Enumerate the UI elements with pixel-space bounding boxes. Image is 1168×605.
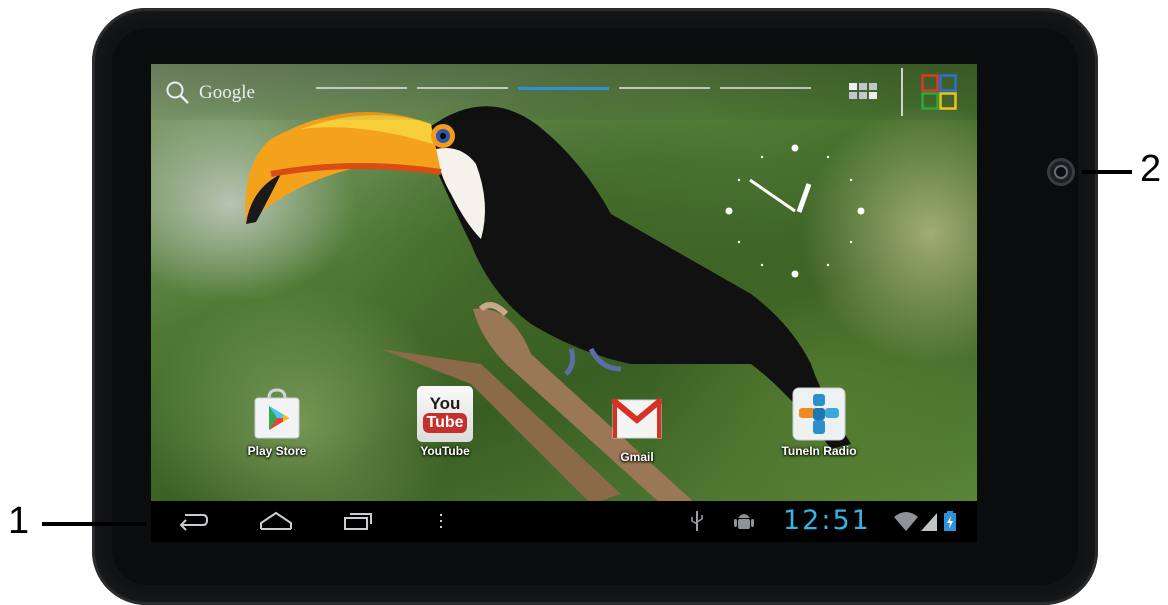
wallpaper: [151, 64, 977, 542]
page-dot: [316, 87, 407, 89]
recent-apps-icon[interactable]: [343, 509, 375, 533]
app-youtube[interactable]: You Tube YouTube: [397, 386, 493, 458]
home-icon[interactable]: [259, 509, 293, 533]
page-dot: [619, 87, 710, 89]
google-search-bar[interactable]: Google: [165, 78, 255, 108]
app-label: Play Store: [247, 444, 307, 458]
gmail-icon: [611, 397, 663, 439]
all-apps-icon[interactable]: [921, 74, 957, 110]
wifi-icon: [894, 512, 918, 531]
widget-grid-icon[interactable]: [848, 81, 878, 101]
callout-line-2: [1082, 170, 1132, 174]
topbar-divider: [901, 68, 903, 116]
app-play-store[interactable]: Play Store: [229, 386, 325, 458]
usb-icon: [691, 511, 703, 531]
back-icon[interactable]: [177, 509, 209, 533]
callout-line-1: [42, 522, 147, 526]
menu-icon[interactable]: [437, 509, 445, 533]
search-label: Google: [199, 82, 255, 103]
signal-icon: [921, 513, 937, 531]
app-label: Gmail: [620, 450, 654, 464]
tunein-radio-icon: [792, 387, 846, 441]
youtube-icon: You Tube: [417, 386, 473, 442]
app-tunein-radio[interactable]: TuneIn Radio: [771, 386, 867, 458]
home-screen: Google Play Store You Tube YouTube Gmail…: [151, 64, 977, 542]
toucan-wallpaper-image: [245, 106, 851, 504]
page-dot: [720, 87, 811, 89]
analog-clock-widget[interactable]: [725, 144, 865, 284]
top-bar: Google: [151, 64, 977, 120]
youtube-icon-text-you: You: [429, 394, 461, 413]
youtube-icon-text-tube: Tube: [423, 413, 467, 433]
camera-lens: [1056, 167, 1066, 177]
page-dot-active: [518, 87, 609, 90]
page-indicator: [316, 87, 811, 90]
play-store-icon: [254, 388, 300, 439]
search-icon: [166, 81, 189, 104]
app-label: TuneIn Radio: [781, 444, 857, 458]
front-camera: [1047, 158, 1075, 186]
page-dot: [417, 87, 508, 89]
system-bar: 12:51: [151, 501, 977, 542]
callout-label-2: 2: [1140, 148, 1162, 190]
callout-label-1: 1: [8, 500, 30, 542]
app-label: YouTube: [420, 444, 470, 458]
battery-icon: [944, 511, 956, 531]
status-clock[interactable]: 12:51: [783, 505, 871, 536]
app-gmail[interactable]: Gmail: [589, 392, 685, 464]
android-debug-icon: [734, 514, 754, 529]
